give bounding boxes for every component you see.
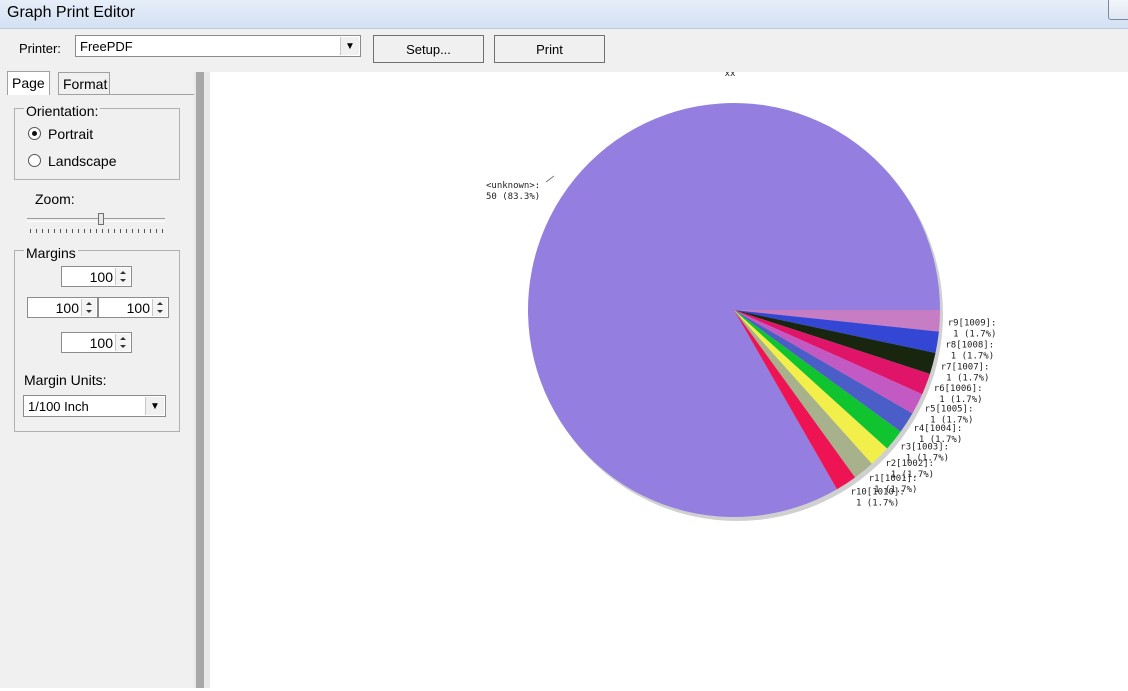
- spinner-arrows-icon[interactable]: [81, 299, 96, 316]
- margin-left-value: 100: [55, 300, 79, 316]
- portrait-radio[interactable]: [28, 127, 41, 140]
- printer-select-value: FreePDF: [80, 39, 133, 54]
- chevron-down-icon[interactable]: ▼: [340, 37, 359, 55]
- spinner-arrows-icon[interactable]: [115, 334, 130, 351]
- chart-title: xx: [725, 72, 736, 79]
- margin-units-select[interactable]: 1/100 Inch ▼: [23, 395, 166, 417]
- zoom-slider-track[interactable]: [27, 218, 165, 222]
- pie-label-unknown: <unknown>: 50 (83.3%): [486, 181, 540, 202]
- zoom-slider-thumb[interactable]: [98, 213, 104, 225]
- landscape-radio[interactable]: [28, 154, 41, 167]
- margin-left-spinner[interactable]: 100: [27, 297, 98, 318]
- pie-label-10: r10[1010]: 1 (1.7%): [851, 487, 905, 508]
- chevron-down-icon[interactable]: ▼: [145, 397, 164, 415]
- printer-label: Printer:: [19, 41, 61, 56]
- setup-button[interactable]: Setup...: [373, 35, 484, 63]
- margin-right-spinner[interactable]: 100: [98, 297, 169, 318]
- pie-label-3: r7[1007]: 1 (1.7%): [941, 363, 990, 384]
- splitter-bar[interactable]: [196, 72, 204, 688]
- window-control-button[interactable]: [1108, 0, 1128, 20]
- tab-page[interactable]: Page: [7, 71, 50, 95]
- tab-divider: [58, 94, 194, 95]
- margin-bottom-spinner[interactable]: 100: [61, 332, 132, 353]
- zoom-slider-ticks: [30, 229, 164, 233]
- pie-label-4: r6[1006]: 1 (1.7%): [934, 384, 983, 405]
- tab-format[interactable]: Format: [58, 72, 110, 94]
- margin-units-value: 1/100 Inch: [28, 399, 89, 414]
- margin-units-label: Margin Units:: [24, 372, 107, 388]
- margin-top-spinner[interactable]: 100: [61, 266, 132, 287]
- pie-label-1: r9[1009]: 1 (1.7%): [948, 318, 997, 339]
- spinner-arrows-icon[interactable]: [115, 268, 130, 285]
- margin-bottom-value: 100: [89, 335, 113, 351]
- panel-splitter[interactable]: [194, 72, 210, 688]
- margin-top-value: 100: [89, 269, 113, 285]
- orientation-label: Orientation:: [24, 103, 101, 119]
- print-button[interactable]: Print: [494, 35, 605, 63]
- pie-label-2: r8[1008]: 1 (1.7%): [945, 341, 994, 362]
- landscape-label[interactable]: Landscape: [48, 153, 117, 169]
- pie-label-5: r5[1005]: 1 (1.7%): [925, 405, 974, 426]
- print-preview: xx <unknown>: 50 (83.3%) r9[1009]: 1 (1.7%…: [210, 69, 1128, 688]
- title-bar: Graph Print Editor: [0, 0, 1128, 29]
- margin-right-value: 100: [126, 300, 150, 316]
- printer-select[interactable]: FreePDF ▼: [75, 35, 361, 57]
- settings-panel: Page Format Orientation: Portrait Landsc…: [0, 71, 194, 688]
- zoom-label: Zoom:: [35, 191, 75, 207]
- window-title: Graph Print Editor: [7, 4, 136, 21]
- margins-label: Margins: [24, 245, 78, 261]
- pie-chart: xx <unknown>: 50 (83.3%) r9[1009]: 1 (1.7%…: [486, 69, 997, 521]
- spinner-arrows-icon[interactable]: [152, 299, 167, 316]
- pie-label-leader: [545, 175, 555, 183]
- portrait-label[interactable]: Portrait: [48, 126, 93, 142]
- toolbar: Printer: FreePDF ▼ Setup... Print: [0, 29, 1128, 72]
